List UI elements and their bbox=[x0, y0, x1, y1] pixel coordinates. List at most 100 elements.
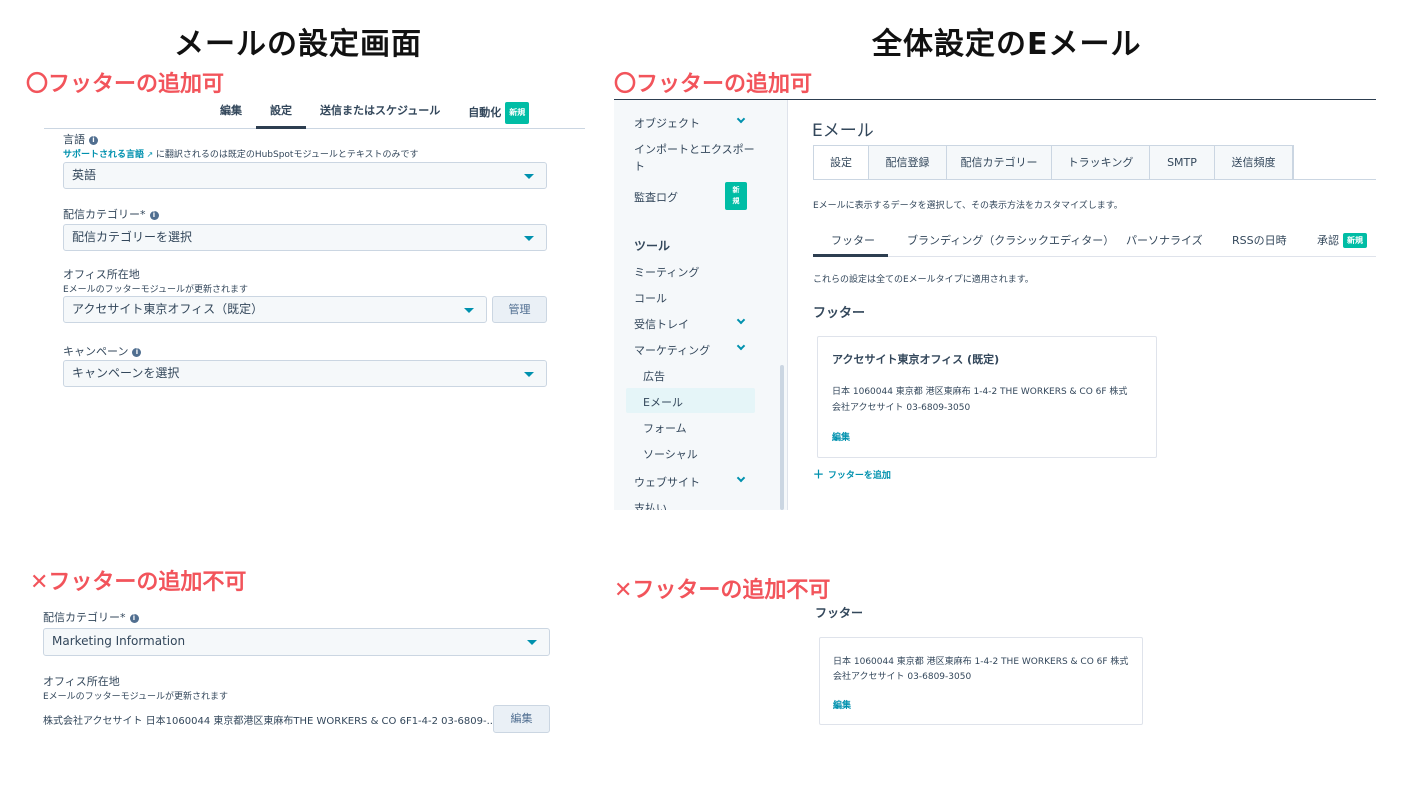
footer-card-edit-link[interactable]: 編集 bbox=[832, 430, 850, 443]
language-label: 言語 i bbox=[63, 131, 98, 147]
page-title: Eメール bbox=[812, 121, 874, 141]
language-select[interactable]: 英語 bbox=[63, 162, 547, 189]
badge-label: 新規 bbox=[732, 186, 740, 205]
language-help-text: に翻訳されるのは既定のHubSpotモジュールとテキストのみです bbox=[155, 150, 419, 160]
sidebar-item-social[interactable]: ソーシャル bbox=[643, 446, 698, 462]
subtab-rss-date[interactable]: RSSの日時 bbox=[1232, 232, 1287, 248]
subtab-branding[interactable]: ブランディング（クラシックエディター） bbox=[907, 232, 1114, 248]
footer-card-address-line2: 会社アクセサイト 03-6809-3050 bbox=[832, 403, 971, 413]
audit-log-new-badge: 新規 bbox=[725, 182, 747, 210]
sidebar-scrollbar[interactable] bbox=[780, 365, 784, 510]
email-editor-tabbar: 編集 設定 送信またはスケジュール 自動化 新規 bbox=[44, 102, 585, 129]
sidebar-item-meetings[interactable]: ミーティング bbox=[634, 264, 699, 280]
tab-send-frequency[interactable]: 送信頻度 bbox=[1215, 146, 1293, 179]
info-icon: i bbox=[129, 614, 139, 623]
applies-note: これらの設定は全てのEメールタイプに適用されます。 bbox=[813, 275, 1034, 285]
category-label: 配信カテゴリー* i bbox=[63, 206, 159, 222]
tab-global-settings[interactable]: 設定 bbox=[814, 146, 869, 179]
campaign-label-text: キャンペーン bbox=[63, 345, 129, 358]
campaign-select-value: キャンペーンを選択 bbox=[72, 366, 180, 380]
subtab-approvals-label: 承認 bbox=[1317, 234, 1339, 247]
required-mark: * bbox=[120, 611, 126, 624]
add-footer-label: フッターを追加 bbox=[827, 471, 891, 481]
new-badge: 新規 bbox=[505, 102, 530, 124]
office-select[interactable]: アクセサイト東京オフィス（既定） bbox=[63, 296, 487, 323]
tab-settings[interactable]: 設定 bbox=[256, 102, 306, 129]
email-settings-tabs: 設定 配信登録 配信カテゴリー トラッキング SMTP 送信頻度 bbox=[813, 145, 1294, 179]
supported-languages-link[interactable]: サポートされる言語 bbox=[63, 150, 144, 160]
caret-down-icon bbox=[464, 308, 474, 313]
subtab-active-indicator bbox=[813, 254, 888, 257]
tab-automation-label: 自動化 bbox=[468, 106, 502, 119]
office-label-ng: オフィス所在地 bbox=[43, 675, 120, 688]
sidebar-item-label-wrap: ト bbox=[634, 160, 645, 173]
sidebar-item-email[interactable]: Eメール bbox=[643, 394, 683, 410]
category-label-text: 配信カテゴリー bbox=[63, 208, 140, 221]
external-link-icon: ↗ bbox=[144, 150, 156, 159]
category-label-text: 配信カテゴリー bbox=[43, 611, 120, 624]
subtab-approvals[interactable]: 承認 新規 bbox=[1317, 232, 1367, 248]
sidebar-item-calls[interactable]: コール bbox=[634, 290, 667, 306]
tab-smtp[interactable]: SMTP bbox=[1150, 146, 1215, 179]
note-footer-not-allowed-left: ✕フッターの追加不可 bbox=[30, 570, 247, 595]
sidebar-item-ads[interactable]: 広告 bbox=[643, 368, 665, 384]
add-footer-button[interactable]: ＋ フッターを追加 bbox=[813, 466, 891, 482]
plus-icon: ＋ bbox=[813, 468, 828, 481]
footer-card-address-line1: 日本 1060044 東京都 港区東麻布 1-4-2 THE WORKERS &… bbox=[832, 387, 1128, 397]
language-select-value: 英語 bbox=[72, 168, 97, 182]
subtab-footer[interactable]: フッター bbox=[831, 232, 875, 248]
sidebar-heading-tools: ツール bbox=[634, 239, 671, 253]
subtab-personalize[interactable]: パーソナライズ bbox=[1126, 232, 1203, 248]
info-icon: i bbox=[132, 348, 142, 357]
sidebar-item-label: インポートとエクスポー bbox=[634, 143, 755, 156]
footer-card-edit-link-ng[interactable]: 編集 bbox=[833, 698, 851, 711]
sidebar-item-forms[interactable]: フォーム bbox=[643, 420, 687, 436]
sidebar-item-inbox[interactable]: 受信トレイ bbox=[634, 316, 689, 332]
note-footer-not-allowed-right: ✕フッターの追加不可 bbox=[614, 578, 831, 603]
footer-card-title: アクセサイト東京オフィス (既定) bbox=[832, 353, 1000, 366]
manage-button[interactable]: 管理 bbox=[492, 296, 547, 323]
office-help-ng: Eメールのフッターモジュールが更新されます bbox=[43, 692, 229, 702]
tab-edit[interactable]: 編集 bbox=[206, 102, 256, 129]
campaign-label: キャンペーン i bbox=[63, 343, 142, 359]
required-mark: * bbox=[140, 208, 146, 221]
sidebar-item-marketing[interactable]: マーケティング bbox=[634, 342, 710, 358]
right-section-title: 全体設定のEメール bbox=[872, 27, 1142, 62]
note-footer-allowed-right: 〇フッターの追加可 bbox=[614, 72, 813, 97]
category-label-ng: 配信カテゴリー* i bbox=[43, 609, 139, 625]
sidebar-item-payments[interactable]: 支払い bbox=[634, 500, 774, 510]
tab-subscriptions[interactable]: 配信登録 bbox=[869, 146, 947, 179]
campaign-select[interactable]: キャンペーンを選択 bbox=[63, 360, 547, 387]
sidebar-item-website[interactable]: ウェブサイト bbox=[634, 474, 700, 490]
footer-heading: フッター bbox=[813, 306, 866, 321]
sidebar-item-payments-clip: 支払い bbox=[634, 500, 774, 510]
tab-categories[interactable]: 配信カテゴリー bbox=[947, 146, 1052, 179]
caret-down-icon bbox=[524, 174, 534, 179]
footer-card-address-line2-ng: 会社アクセサイト 03-6809-3050 bbox=[833, 672, 972, 682]
office-select-value: アクセサイト東京オフィス（既定） bbox=[72, 302, 264, 316]
category-select-ng[interactable]: Marketing Information bbox=[43, 628, 550, 656]
sidebar-item-import-export[interactable]: インポートとエクスポート bbox=[634, 141, 755, 177]
category-select-value: 配信カテゴリーを選択 bbox=[72, 230, 193, 244]
left-section-title: メールの設定画面 bbox=[174, 27, 422, 62]
category-select-value: Marketing Information bbox=[52, 634, 186, 648]
sidebar-item-audit-log[interactable]: 監査ログ bbox=[634, 189, 678, 205]
tabs-baseline bbox=[813, 179, 1376, 180]
language-label-text: 言語 bbox=[63, 133, 85, 146]
office-text-ng: 株式会社アクセサイト 日本1060044 東京都港区東麻布THE WORKERS… bbox=[43, 716, 497, 727]
office-help: Eメールのフッターモジュールが更新されます bbox=[63, 285, 249, 295]
tab-tracking[interactable]: トラッキング bbox=[1052, 146, 1150, 179]
email-settings-description: Eメールに表示するデータを選択して、その表示方法をカスタマイズします。 bbox=[813, 201, 1123, 211]
new-badge: 新規 bbox=[1343, 233, 1367, 248]
tab-automation[interactable]: 自動化 新規 bbox=[454, 102, 543, 129]
language-help: サポートされる言語 ↗ に翻訳されるのは既定のHubSpotモジュールとテキスト… bbox=[63, 147, 419, 160]
edit-button-ng[interactable]: 編集 bbox=[493, 705, 550, 733]
tab-send-or-schedule[interactable]: 送信またはスケジュール bbox=[306, 102, 454, 129]
sidebar-item-objects[interactable]: オブジェクト bbox=[634, 115, 700, 131]
footer-card-address-line1-ng: 日本 1060044 東京都 港区東麻布 1-4-2 THE WORKERS &… bbox=[833, 657, 1129, 667]
caret-down-icon bbox=[524, 372, 534, 377]
caret-down-icon bbox=[524, 236, 534, 241]
info-icon: i bbox=[149, 211, 159, 220]
category-select[interactable]: 配信カテゴリーを選択 bbox=[63, 224, 547, 251]
info-icon: i bbox=[89, 136, 98, 145]
